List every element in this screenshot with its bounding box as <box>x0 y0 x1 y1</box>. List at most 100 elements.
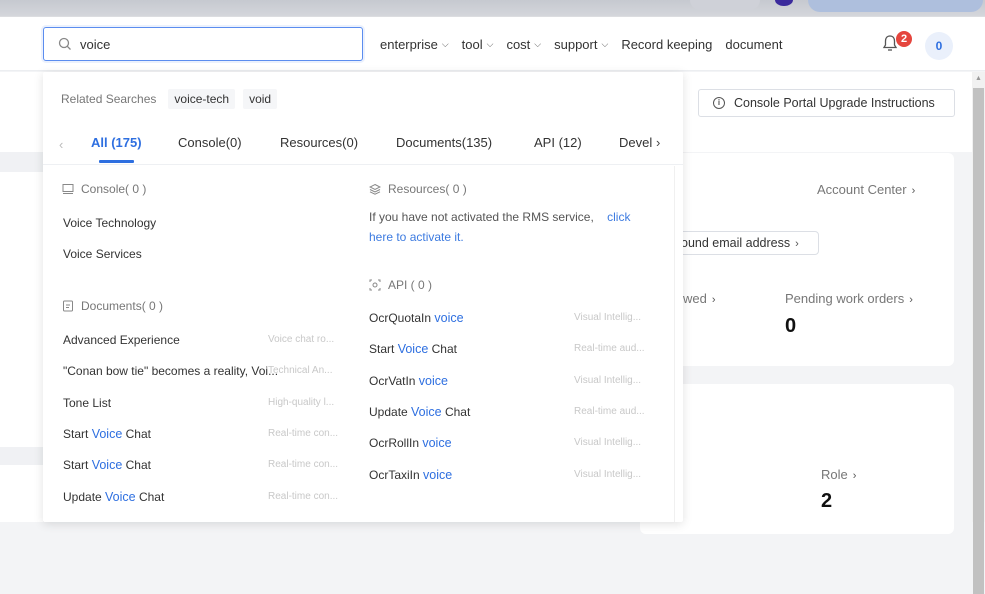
chevron-down-icon: ⌵ <box>486 38 494 49</box>
top-nav: enterprise ⌵ tool ⌵ cost ⌵ support ⌵ Record … <box>380 17 795 71</box>
tab-console[interactable]: Console(0) <box>178 135 242 150</box>
result-title-suffix: Chat <box>122 426 151 441</box>
chevron-right-icon: › <box>711 294 716 306</box>
browser-pill[interactable] <box>690 0 760 10</box>
result-title: Tone List <box>63 395 112 410</box>
result-highlight: voice <box>423 467 453 482</box>
tab-devel[interactable]: Devel <box>619 135 652 150</box>
search-result-item[interactable]: OcrTaxiIn voice <box>369 468 452 482</box>
result-description: Real-time con... <box>268 427 339 439</box>
result-highlight: voice <box>434 311 464 325</box>
search-icon <box>58 37 71 50</box>
search-result-item[interactable]: Tone List <box>63 396 111 410</box>
result-title: Start <box>63 458 92 473</box>
info-icon: i <box>713 97 725 109</box>
user-counter[interactable]: 0 <box>925 32 953 60</box>
console-section-header: Console( 0 ) <box>62 182 146 196</box>
result-highlight: voice <box>422 436 452 451</box>
chevron-down-icon: ⌵ <box>441 38 449 49</box>
documents-title: Documents( 0 ) <box>81 299 164 313</box>
search-result-item[interactable]: Update Voice Chat <box>63 490 164 504</box>
pending-work-orders-link[interactable]: Pending work orders › <box>785 291 913 306</box>
nav-support[interactable]: support ⌵ <box>554 37 608 52</box>
upgrade-instructions-button[interactable]: i Console Portal Upgrade Instructions <box>698 89 955 117</box>
result-title-suffix: Chat <box>441 404 471 419</box>
result-description: Real-time aud... <box>574 405 645 417</box>
account-center-link[interactable]: Account Center › <box>817 182 915 197</box>
account-center-label: Account Center <box>817 182 907 197</box>
chevron-down-icon: ⌵ <box>534 38 542 49</box>
related-searches: Related Searches voice-tech void <box>61 89 278 109</box>
api-section-header: API ( 0 ) <box>369 278 432 292</box>
left-panel <box>0 152 43 522</box>
search-result-item[interactable]: Start Voice Chat <box>63 458 151 472</box>
related-tag[interactable]: void <box>243 89 278 109</box>
result-title: Advanced Experience <box>63 333 180 347</box>
search-result-item[interactable]: Update Voice Chat <box>369 405 470 419</box>
top-header: enterprise⌵ tool⌵ cost⌵ support⌵ Record … <box>0 17 985 71</box>
result-highlight: Voice <box>91 458 123 473</box>
nav-document[interactable]: document <box>725 37 782 52</box>
nav-label: enterprise <box>380 36 438 52</box>
tab-api[interactable]: API (12) <box>534 135 582 150</box>
browser-address-pill[interactable] <box>808 0 983 12</box>
nav-label: support <box>554 36 598 52</box>
search-result-item[interactable]: Advanced Experience <box>63 333 180 347</box>
nav-record-keeping[interactable]: Record keeping <box>621 37 712 52</box>
tab-resources[interactable]: Resources(0) <box>280 135 358 150</box>
resources-title: Resources( 0 ) <box>388 182 467 196</box>
search-result-item[interactable]: "Conan bow tie" becomes a reality, Voi..… <box>63 364 278 378</box>
page-scrollbar[interactable]: ▲ <box>972 72 985 594</box>
document-icon <box>63 300 73 312</box>
upgrade-button-label: Console Portal Upgrade Instructions <box>734 96 935 110</box>
scrollbar-thumb[interactable] <box>973 88 984 594</box>
nav-label: Record keeping <box>621 36 713 52</box>
browser-toolbar <box>0 0 985 17</box>
search-input[interactable] <box>80 36 340 52</box>
result-title: Start <box>369 342 398 357</box>
result-title: Start <box>63 426 92 441</box>
pending-work-orders-value: 0 <box>785 315 797 337</box>
stat-label: Role <box>821 467 848 482</box>
stat-link[interactable]: wed › <box>683 291 716 306</box>
result-description: High-quality l... <box>268 396 335 408</box>
role-link[interactable]: Role › <box>821 467 856 482</box>
tabs-next-icon[interactable]: › <box>656 135 660 150</box>
tab-all[interactable]: All (175) <box>91 135 142 163</box>
search-box[interactable] <box>43 27 363 61</box>
dropdown-scrollbar[interactable] <box>674 166 675 522</box>
search-result-item[interactable]: OcrQuotaIn voice <box>369 311 464 325</box>
result-title-suffix: Chat <box>135 489 165 504</box>
result-highlight: Voice <box>397 342 429 357</box>
bound-email-button[interactable]: ound email address › <box>660 231 819 255</box>
chevron-down-icon: ⌵ <box>601 38 609 49</box>
result-title: Update <box>369 404 412 419</box>
rms-note-text: If you have not activated the RMS servic… <box>369 210 594 224</box>
tabs-prev-icon[interactable]: ‹ <box>59 137 63 152</box>
notification-badge: 2 <box>896 31 912 47</box>
console-title: Console( 0 ) <box>81 182 147 196</box>
scroll-up-icon[interactable]: ▲ <box>975 75 982 82</box>
search-result-item[interactable]: OcrVatIn voice <box>369 374 448 388</box>
search-result-item[interactable]: Start Voice Chat <box>63 427 151 441</box>
api-title: API ( 0 ) <box>388 278 433 292</box>
stat-label: wed <box>683 291 707 306</box>
profile-avatar[interactable] <box>775 0 793 6</box>
tab-documents[interactable]: Documents(135) <box>396 135 492 150</box>
related-tag[interactable]: voice-tech <box>168 89 236 109</box>
result-title: Update <box>63 489 106 504</box>
console-result[interactable]: Voice Technology <box>63 216 156 230</box>
result-highlight: Voice <box>105 489 136 504</box>
nav-tool[interactable]: tool ⌵ <box>462 37 494 52</box>
search-result-item[interactable]: Start Voice Chat <box>369 342 457 356</box>
result-highlight: Voice <box>411 404 442 419</box>
nav-enterprise[interactable]: enterprise ⌵ <box>380 37 449 52</box>
nav-label: document <box>725 36 783 52</box>
related-searches-label: Related Searches <box>61 92 157 106</box>
nav-cost[interactable]: cost ⌵ <box>506 37 541 52</box>
role-value: 2 <box>821 490 833 512</box>
result-description: Real-time aud... <box>574 343 645 355</box>
search-result-item[interactable]: OcrRollIn voice <box>369 436 452 450</box>
result-title-suffix: Chat <box>428 342 457 357</box>
console-result[interactable]: Voice Services <box>63 247 142 261</box>
